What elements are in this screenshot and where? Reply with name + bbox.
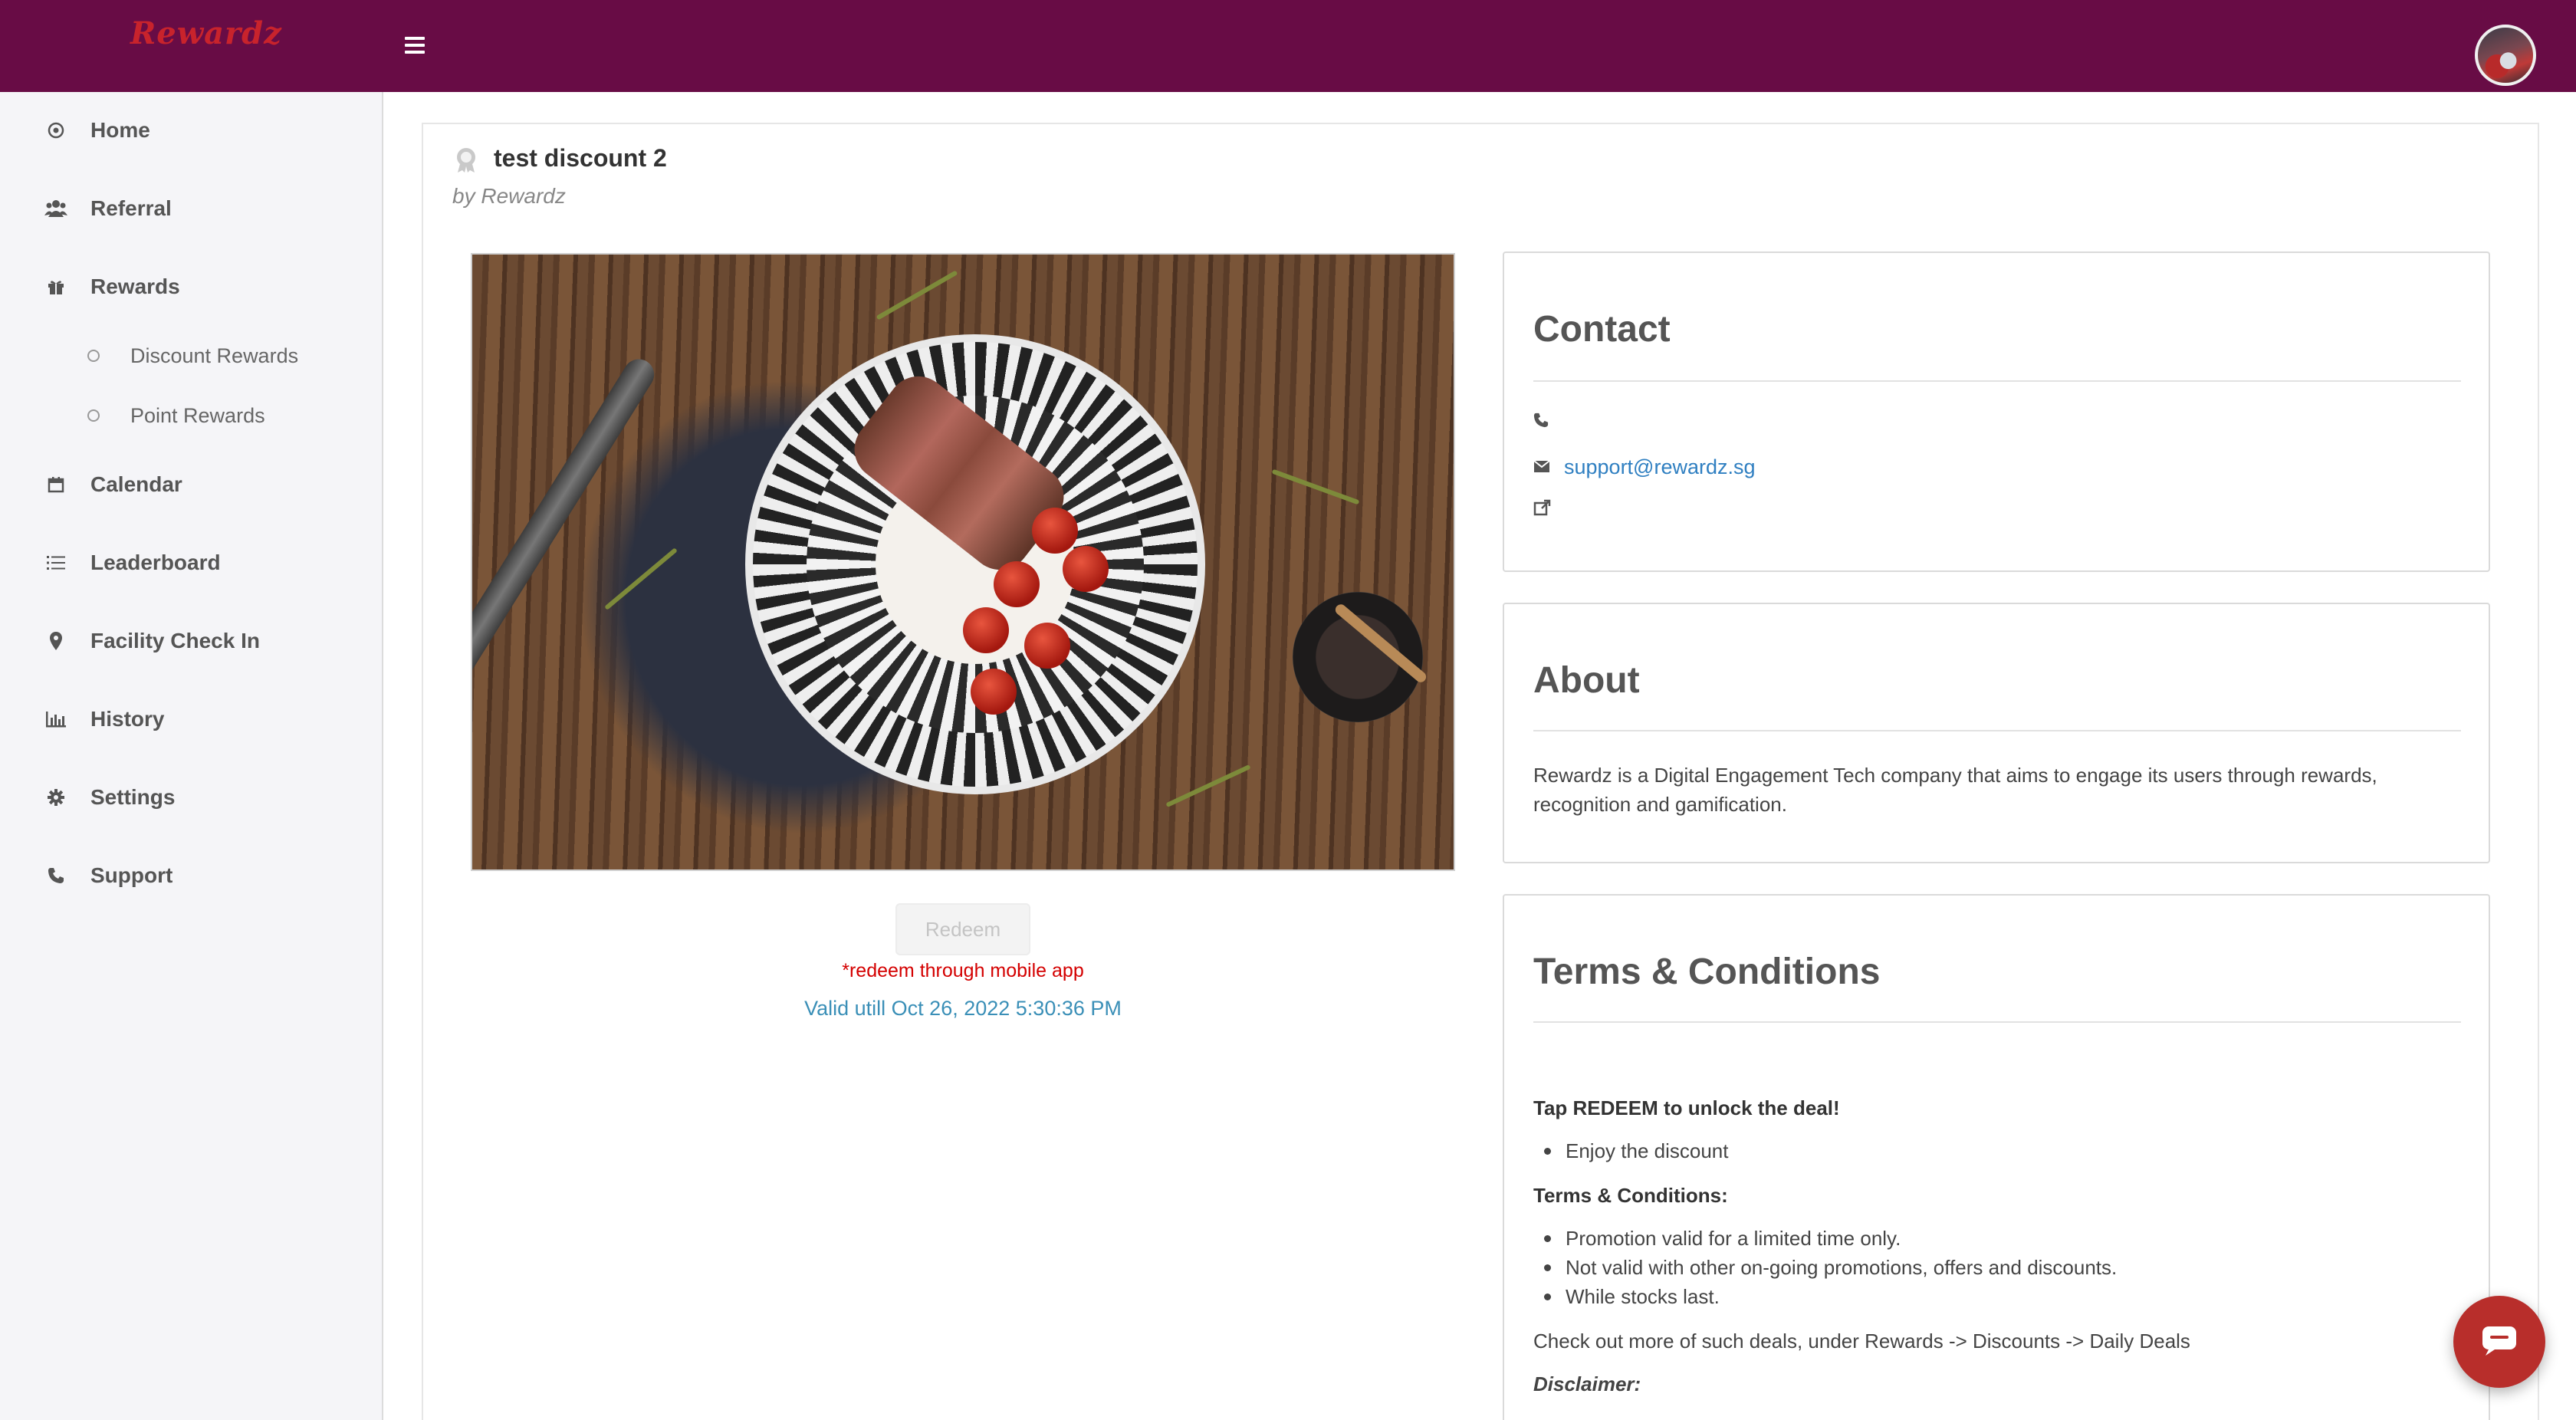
terms-panel: Terms & Conditions Tap REDEEM to unlock … (1503, 894, 2490, 1420)
contact-phone-row (1533, 413, 1564, 429)
circle-icon (87, 350, 100, 362)
sidebar-item-label: History (90, 707, 165, 731)
sidebar-item-leaderboard[interactable]: Leaderboard (0, 532, 382, 593)
users-icon (44, 197, 67, 220)
divider (1533, 380, 2461, 382)
sidebar-item-label: Referral (90, 196, 172, 220)
sidebar-item-label: Settings (90, 785, 176, 809)
valid-until-text: Valid utill Oct 26, 2022 5:30:36 PM (804, 997, 1122, 1020)
home-icon (44, 119, 67, 142)
sidebar-item-home[interactable]: Home (0, 100, 382, 161)
terms-heading-conditions: Terms & Conditions: (1533, 1184, 1728, 1207)
list-item: Promotion valid for a limited time only. (1543, 1224, 2117, 1253)
terms-list-conditions: Promotion valid for a limited time only.… (1543, 1224, 2117, 1311)
sidebar-item-facility-check-in[interactable]: Facility Check In (0, 610, 382, 672)
divider (1533, 1021, 2461, 1023)
contact-panel: Contact support@rewardz.sg (1503, 251, 2490, 572)
bar-chart-icon (44, 708, 67, 731)
sidebar-item-label: Support (90, 863, 173, 887)
sidebar-item-label: Leaderboard (90, 551, 221, 574)
list-item: Not valid with other on-going promotions… (1543, 1253, 2117, 1282)
sidebar-subitem-point-rewards[interactable]: Point Rewards (0, 393, 382, 439)
chat-icon (2481, 1325, 2518, 1359)
sidebar-item-history[interactable]: History (0, 689, 382, 750)
about-title: About (1533, 660, 1640, 701)
sidebar-item-support[interactable]: Support (0, 845, 382, 906)
reward-header: test discount 2 by Rewardz (422, 123, 2539, 227)
list-item: While stocks last. (1543, 1282, 2117, 1311)
contact-email-link[interactable]: support@rewardz.sg (1564, 455, 1756, 479)
terms-list-benefits: Enjoy the discount (1543, 1136, 1728, 1165)
about-text: Rewardz is a Digital Engagement Tech com… (1533, 764, 2377, 816)
contact-website-row (1533, 498, 1564, 516)
gift-icon (44, 275, 67, 298)
list-icon (44, 551, 67, 574)
phone-icon (1533, 413, 1550, 429)
sidebar-item-label: Rewards (90, 274, 180, 298)
calendar-icon (44, 473, 67, 496)
sidebar-item-referral[interactable]: Referral (0, 178, 382, 239)
phone-icon (44, 864, 67, 887)
list-item: Enjoy the discount (1543, 1136, 1728, 1165)
redeem-button[interactable]: Redeem (895, 903, 1030, 955)
reward-provider: by Rewardz (452, 184, 566, 208)
chat-button[interactable] (2453, 1296, 2545, 1388)
sidebar-subitem-discount-rewards[interactable]: Discount Rewards (0, 333, 382, 379)
circle-icon (87, 409, 100, 422)
redeem-note: *redeem through mobile app (842, 960, 1084, 981)
reward-image (471, 253, 1455, 871)
sidebar-item-label: Home (90, 118, 150, 142)
terms-heading-unlock: Tap REDEEM to unlock the deal! (1533, 1096, 1840, 1119)
contact-title: Contact (1533, 309, 1671, 350)
sidebar: Home Referral Rewards Discount Rewards P… (0, 92, 383, 1420)
about-panel: About Rewardz is a Digital Engagement Te… (1503, 603, 2490, 863)
sidebar-item-label: Facility Check In (90, 629, 260, 652)
terms-title: Terms & Conditions (1533, 952, 1881, 992)
reward-title: test discount 2 (494, 144, 667, 172)
sidebar-subitem-label: Discount Rewards (130, 343, 299, 367)
top-bar: Rewardz (0, 0, 2576, 92)
sidebar-item-calendar[interactable]: Calendar (0, 454, 382, 515)
terms-disclaimer: Disclaimer: (1533, 1372, 1641, 1395)
sidebar-item-rewards[interactable]: Rewards (0, 256, 382, 317)
hamburger-icon[interactable] (405, 37, 425, 54)
gear-icon (44, 786, 67, 809)
sidebar-item-label: Calendar (90, 472, 182, 496)
award-icon (452, 146, 480, 173)
sidebar-item-settings[interactable]: Settings (0, 767, 382, 828)
envelope-icon (1533, 459, 1550, 476)
contact-email-row: support@rewardz.sg (1533, 455, 1756, 479)
rewardz-logo[interactable]: Rewardz (130, 15, 282, 51)
divider (1533, 730, 2461, 731)
sidebar-subitem-label: Point Rewards (130, 403, 265, 427)
terms-more-deals-text: Check out more of such deals, under Rewa… (1533, 1330, 2190, 1353)
external-link-icon (1533, 498, 1551, 516)
user-avatar[interactable] (2475, 25, 2536, 86)
map-pin-icon (44, 629, 67, 652)
